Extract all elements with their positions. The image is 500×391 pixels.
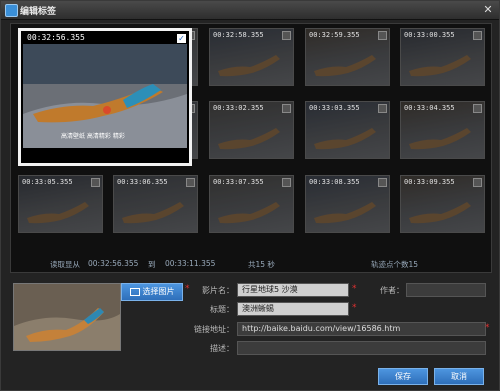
selected-thumbnail-subtitle: 高清壁纸 高清精彩 精彩: [61, 133, 125, 140]
window-title: 编辑标签: [20, 7, 57, 17]
checkbox-icon[interactable]: [473, 104, 482, 113]
thumbnail-time: 00:33:05.355: [22, 178, 73, 186]
checkbox-icon[interactable]: [91, 178, 100, 187]
selected-thumbnail-time: 00:32:56.355: [27, 33, 85, 42]
film-name-label: 影片名：: [202, 286, 234, 295]
checkbox-icon[interactable]: [186, 178, 195, 187]
save-button[interactable]: 保存: [378, 368, 428, 385]
description-label: 描述：: [210, 344, 234, 353]
thumbnail[interactable]: 00:33:02.355: [209, 101, 294, 159]
thumbnail[interactable]: 00:32:58.355: [209, 28, 294, 86]
image-icon: [129, 287, 140, 296]
track-points-label: 轨迹点个数15: [371, 260, 419, 269]
thumbnail-time: 00:33:00.355: [404, 31, 455, 39]
checkbox-icon[interactable]: [378, 104, 387, 113]
link-label: 链接地址：: [194, 325, 234, 334]
checkbox-icon[interactable]: [473, 31, 482, 40]
author-label: 作者：: [380, 286, 404, 295]
range-from-label: 读取显从: [50, 260, 80, 269]
duration-label: 共15 秒: [248, 260, 275, 269]
close-button[interactable]: ✕: [481, 3, 495, 16]
checkbox-icon[interactable]: [282, 178, 291, 187]
required-mark: *: [185, 284, 190, 294]
title-label: 标题：: [210, 305, 234, 314]
checkbox-icon[interactable]: [282, 104, 291, 113]
required-mark: *: [485, 323, 490, 333]
thumbnail[interactable]: 00:33:03.355: [305, 101, 390, 159]
thumbnail[interactable]: 00:33:06.355: [113, 175, 198, 233]
checkmark-icon[interactable]: ✓: [177, 34, 186, 43]
thumbnail-time: 00:33:02.355: [213, 104, 264, 112]
thumbnail-time: 00:32:59.355: [309, 31, 360, 39]
checkbox-icon[interactable]: [378, 31, 387, 40]
thumbnail[interactable]: 00:33:05.355: [18, 175, 103, 233]
thumbnail[interactable]: 00:33:04.355: [400, 101, 485, 159]
checkbox-icon[interactable]: [378, 178, 387, 187]
checkbox-icon[interactable]: [473, 178, 482, 187]
cancel-button[interactable]: 取消: [434, 368, 484, 385]
tag-form: 选择图片 * 影片名： 行星地球5 沙漠 * 作者： 标题： 澳洲蜥蜴 * 链接…: [10, 277, 490, 357]
thumbnail-time: 00:33:04.355: [404, 104, 455, 112]
thumbnail-time: 00:33:06.355: [117, 178, 168, 186]
app-icon: [5, 4, 18, 17]
title-field[interactable]: 澳洲蜥蜴: [237, 302, 349, 316]
thumbnail[interactable]: 00:33:00.355: [400, 28, 485, 86]
thumbnail-time: 00:33:03.355: [309, 104, 360, 112]
thumbnail-time: 00:33:08.355: [309, 178, 360, 186]
description-field[interactable]: [237, 341, 486, 355]
thumbnail[interactable]: 00:33:07.355: [209, 175, 294, 233]
preview-image: [13, 283, 121, 351]
link-field[interactable]: http://baike.baidu.com/view/16586.htm: [237, 322, 486, 336]
title-bar[interactable]: 编辑标签 ✕: [1, 1, 499, 20]
thumbnail-time: 00:33:09.355: [404, 178, 455, 186]
checkbox-icon[interactable]: [282, 31, 291, 40]
required-mark: *: [352, 303, 357, 313]
selected-thumbnail[interactable]: 00:32:56.355 ✓ 高清壁纸 高清精彩 精彩: [18, 28, 192, 166]
range-to-time: 00:33:11.355: [165, 259, 216, 268]
range-to-label: 到: [148, 260, 156, 269]
required-mark: *: [352, 284, 357, 294]
choose-image-label: 选择图片: [142, 287, 175, 296]
thumbnail-time: 00:33:07.355: [213, 178, 264, 186]
choose-image-button[interactable]: 选择图片: [121, 283, 183, 301]
edit-tag-dialog: 编辑标签 ✕ 00:32:56.355 ✓ 高清壁纸 高清精彩 精彩 00:32…: [0, 0, 500, 391]
range-from-time: 00:32:56.355: [88, 259, 139, 268]
thumbnail[interactable]: 00:33:08.355: [305, 175, 390, 233]
thumbnail[interactable]: 00:33:09.355: [400, 175, 485, 233]
thumbnail[interactable]: 00:32:59.355: [305, 28, 390, 86]
author-field[interactable]: [406, 283, 486, 297]
thumbnail-time: 00:32:58.355: [213, 31, 264, 39]
film-name-field[interactable]: 行星地球5 沙漠: [237, 283, 349, 297]
